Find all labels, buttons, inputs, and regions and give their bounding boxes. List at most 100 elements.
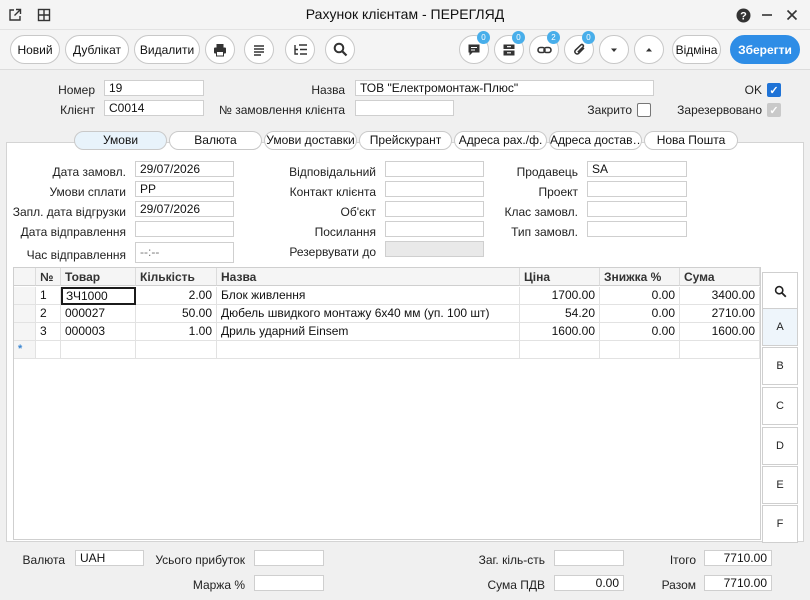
cell-number[interactable]: 3: [36, 323, 61, 341]
cell-sum[interactable]: 1600.00: [680, 323, 760, 341]
delete-button[interactable]: Видалити: [134, 35, 200, 64]
cell-name[interactable]: Дюбель швидкого монтажу 6х40 мм (уп. 100…: [217, 305, 520, 323]
tab-nova-poshta[interactable]: Нова Пошта: [644, 131, 738, 150]
column-header-discount[interactable]: Знижка %: [600, 268, 680, 286]
new-row-cell[interactable]: [520, 341, 600, 359]
planned-ship-date-field[interactable]: 29/07/2026: [135, 201, 234, 217]
save-button[interactable]: Зберегти: [730, 35, 800, 64]
order-date-label: Дата замовл.: [52, 165, 126, 179]
ship-time-field[interactable]: --:--: [135, 242, 234, 263]
cell-name[interactable]: Дриль ударний Einsem: [217, 323, 520, 341]
tab-price-list[interactable]: Прейскурант: [359, 131, 452, 150]
client-order-field[interactable]: [355, 100, 454, 116]
cell-sum[interactable]: 3400.00: [680, 287, 760, 305]
tree-list-button[interactable]: [285, 35, 315, 64]
cell-sum[interactable]: 2710.00: [680, 305, 760, 323]
side-letter-a[interactable]: A: [762, 308, 798, 346]
project-field[interactable]: [587, 181, 687, 197]
new-row-cell[interactable]: [136, 341, 217, 359]
close-icon[interactable]: [782, 5, 802, 25]
row-indicator[interactable]: [14, 305, 36, 323]
new-row-cell[interactable]: [600, 341, 680, 359]
payment-terms-field[interactable]: РР: [135, 181, 234, 197]
print-button[interactable]: [205, 35, 235, 64]
cell-item[interactable]: 000003: [61, 323, 136, 341]
responsible-field[interactable]: [385, 161, 484, 177]
title-bar: Рахунок клієнтам - ПЕРЕГЛЯД ?: [0, 0, 810, 30]
name-field[interactable]: ТОВ "Електромонтаж-Плюс": [355, 80, 654, 96]
cell-quantity[interactable]: 1.00: [136, 323, 217, 341]
move-up-button[interactable]: [634, 35, 664, 64]
side-letter-c[interactable]: C: [762, 387, 798, 425]
tab-delivery-terms[interactable]: Умови доставки: [264, 131, 357, 150]
move-down-button[interactable]: [599, 35, 629, 64]
tab-conditions[interactable]: Умови: [74, 131, 167, 150]
side-letter-d[interactable]: D: [762, 427, 798, 465]
side-letter-b[interactable]: B: [762, 347, 798, 385]
column-header-sum[interactable]: Сума: [680, 268, 760, 286]
column-header-name[interactable]: Назва: [217, 268, 520, 286]
attachments-button[interactable]: 0: [564, 31, 595, 64]
new-row-indicator[interactable]: *: [14, 341, 36, 359]
column-header-quantity[interactable]: Кількість: [136, 268, 217, 286]
archive-button[interactable]: 0: [494, 31, 525, 64]
column-header-item[interactable]: Товар: [61, 268, 136, 286]
name-label: Назва: [311, 83, 345, 97]
row-indicator[interactable]: [14, 287, 36, 305]
cell-quantity[interactable]: 2.00: [136, 287, 217, 305]
grid-search-button[interactable]: [762, 272, 798, 310]
cell-number[interactable]: 1: [36, 287, 61, 305]
ok-checkbox[interactable]: ✓: [767, 83, 781, 97]
new-row-cell[interactable]: [217, 341, 520, 359]
cell-price[interactable]: 1700.00: [520, 287, 600, 305]
order-date-field[interactable]: 29/07/2026: [135, 161, 234, 177]
link-icon: [536, 46, 552, 53]
margin-field: [254, 575, 324, 591]
side-letter-e[interactable]: E: [762, 466, 798, 504]
new-row-cell[interactable]: [61, 341, 136, 359]
number-field[interactable]: 19: [104, 80, 204, 96]
tab-billing-address[interactable]: Адреса рах./ф.: [454, 131, 547, 150]
minimize-icon[interactable]: [757, 5, 777, 25]
cell-name[interactable]: Блок живлення: [217, 287, 520, 305]
order-class-field[interactable]: [587, 201, 687, 217]
cell-discount[interactable]: 0.00: [600, 305, 680, 323]
text-align-button[interactable]: [244, 35, 274, 64]
new-row-cell[interactable]: [36, 341, 61, 359]
reserved-label: Зарезервовано: [677, 103, 762, 117]
cell-item[interactable]: ЗЧ1000: [61, 287, 136, 305]
new-row-cell[interactable]: [680, 341, 760, 359]
cell-discount[interactable]: 0.00: [600, 287, 680, 305]
object-field[interactable]: [385, 201, 484, 217]
printer-icon: [214, 43, 226, 56]
cell-discount[interactable]: 0.00: [600, 323, 680, 341]
seller-field[interactable]: SA: [587, 161, 687, 177]
cell-price[interactable]: 54.20: [520, 305, 600, 323]
cell-price[interactable]: 1600.00: [520, 323, 600, 341]
cell-item[interactable]: 000027: [61, 305, 136, 323]
closed-checkbox[interactable]: [637, 103, 651, 117]
row-indicator[interactable]: [14, 323, 36, 341]
duplicate-button[interactable]: Дублікат: [65, 35, 129, 64]
cell-number[interactable]: 2: [36, 305, 61, 323]
comments-button[interactable]: 0: [459, 31, 490, 64]
cell-quantity[interactable]: 50.00: [136, 305, 217, 323]
help-icon[interactable]: ?: [733, 5, 753, 25]
cancel-button[interactable]: Відміна: [672, 35, 721, 64]
column-header-number[interactable]: №: [36, 268, 61, 286]
tab-delivery-address[interactable]: Адреса достав…: [549, 131, 642, 150]
side-letter-f[interactable]: F: [762, 505, 798, 543]
search-button[interactable]: [325, 35, 355, 64]
client-field[interactable]: С0014: [104, 100, 204, 116]
links-button[interactable]: 2: [529, 31, 560, 64]
new-button[interactable]: Новий: [10, 35, 60, 64]
client-contact-field[interactable]: [385, 181, 484, 197]
order-type-field[interactable]: [587, 221, 687, 237]
client-contact-label: Контакт клієнта: [289, 185, 376, 199]
ship-date-field[interactable]: [135, 221, 234, 237]
tab-currency[interactable]: Валюта: [169, 131, 262, 150]
ship-time-label: Час відправлення: [26, 248, 126, 262]
reference-field[interactable]: [385, 221, 484, 237]
currency-field[interactable]: UAH: [75, 550, 144, 566]
column-header-price[interactable]: Ціна: [520, 268, 600, 286]
